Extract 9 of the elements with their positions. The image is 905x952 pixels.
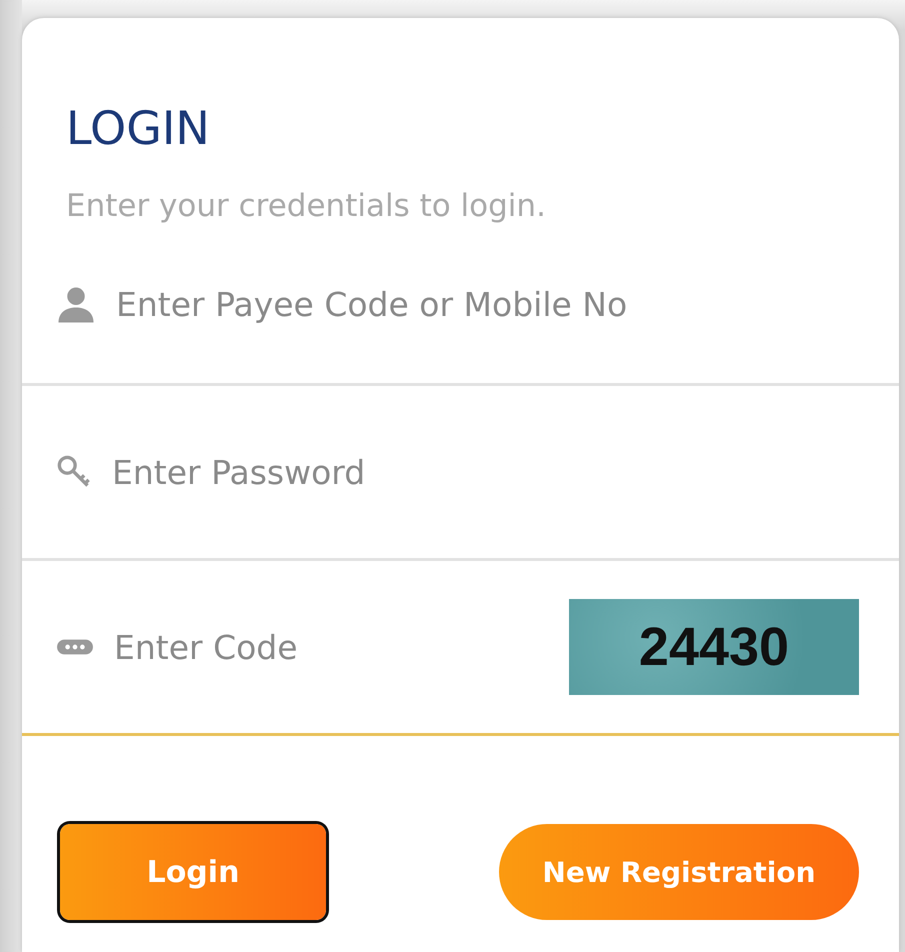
input-field[interactable]: Enter Code xyxy=(114,628,549,666)
login-button[interactable]: Login xyxy=(60,824,326,920)
input-field[interactable]: Enter Password xyxy=(112,452,859,492)
login-subtitle: Enter your credentials to login. xyxy=(66,187,546,226)
login-title: LOGIN xyxy=(66,100,210,156)
user-icon xyxy=(56,284,96,324)
registration-button[interactable]: New Registration xyxy=(499,824,859,920)
input-field[interactable]: Enter Payee Code or Mobile No xyxy=(116,285,859,324)
captcha-code: 24430 xyxy=(569,599,859,695)
